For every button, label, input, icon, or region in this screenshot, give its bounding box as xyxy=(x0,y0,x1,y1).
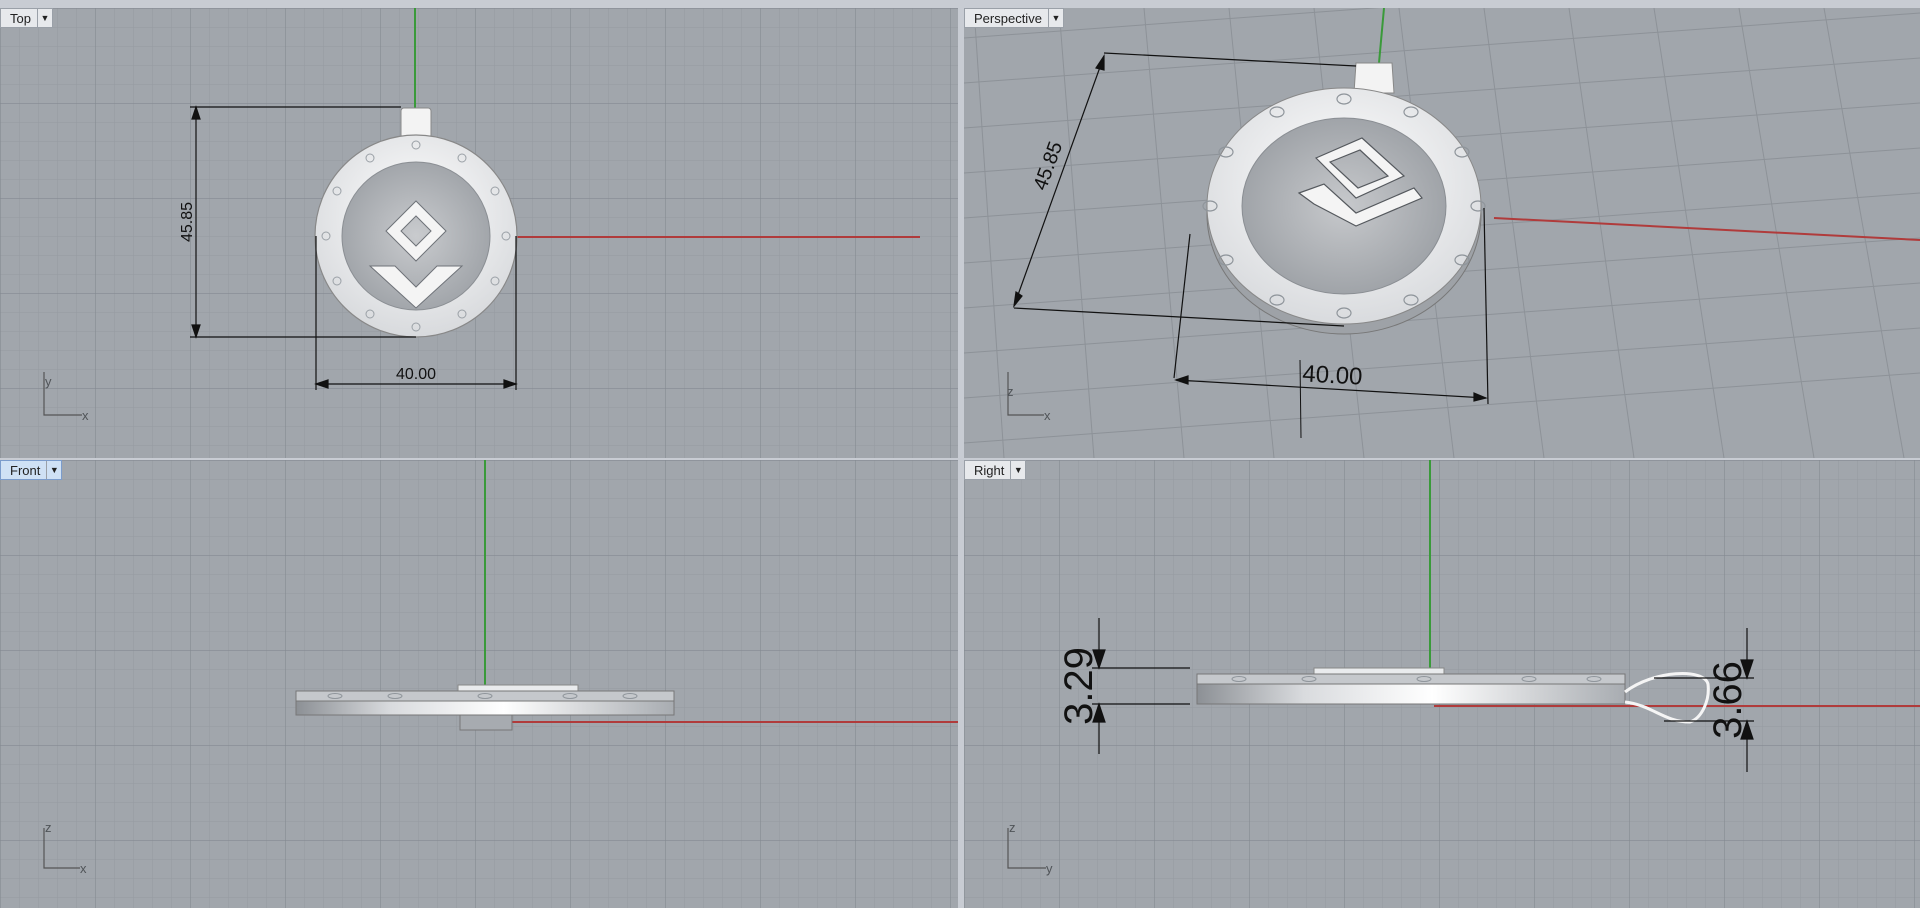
viewport-label-front[interactable]: Front ▼ xyxy=(0,460,63,480)
dropdown-arrow-icon[interactable]: ▼ xyxy=(1010,461,1025,479)
viewport-name: Right xyxy=(974,462,1005,478)
viewport-right[interactable]: 3.29 3.66 z y Right ▼ xyxy=(964,460,1920,908)
axis-gizmo: z x xyxy=(1007,372,1051,423)
viewport-name: Top xyxy=(10,10,31,26)
viewport-label-right[interactable]: Right ▼ xyxy=(964,460,1027,480)
svg-text:z: z xyxy=(1007,384,1014,399)
viewport-label-perspective[interactable]: Perspective ▼ xyxy=(964,8,1064,28)
svg-text:z: z xyxy=(45,820,52,835)
svg-text:x: x xyxy=(1044,408,1051,423)
dropdown-arrow-icon[interactable]: ▼ xyxy=(36,9,52,27)
dim-height-text: 45.85 xyxy=(179,202,196,242)
top-scene[interactable]: 45.85 40.00 y x xyxy=(0,8,958,458)
dropdown-arrow-icon[interactable]: ▼ xyxy=(1047,9,1063,27)
svg-text:y: y xyxy=(45,374,52,389)
viewport-front[interactable]: z x Front ▼ xyxy=(0,460,958,908)
right-scene[interactable]: 3.29 3.66 z y xyxy=(964,460,1920,908)
x-axis-line xyxy=(1493,217,1920,241)
dim-right-text: 3.66 xyxy=(1706,661,1750,739)
viewport-top[interactable]: 45.85 40.00 y x Top ▼ xyxy=(0,8,958,458)
front-scene[interactable]: z x xyxy=(0,460,958,908)
dropdown-arrow-icon[interactable]: ▼ xyxy=(46,461,61,479)
viewport-name: Front xyxy=(10,462,41,478)
viewport-label-top[interactable]: Top ▼ xyxy=(0,8,53,28)
pendant[interactable] xyxy=(1202,62,1486,335)
svg-text:x: x xyxy=(82,408,89,423)
svg-text:y: y xyxy=(1046,861,1053,876)
svg-text:z: z xyxy=(1009,820,1016,835)
dim-width-text: 40.00 xyxy=(396,366,436,383)
dim-width-text: 40.00 xyxy=(1302,360,1363,390)
viewport-name: Perspective xyxy=(974,10,1042,26)
svg-text:x: x xyxy=(80,861,87,876)
z-axis-line xyxy=(1378,8,1385,64)
dim-left-text: 3.29 xyxy=(1057,647,1101,725)
perspective-scene[interactable]: 45.85 40.00 z x xyxy=(964,8,1920,458)
viewport-perspective[interactable]: 45.85 40.00 z x Perspective ▼ xyxy=(964,8,1920,458)
